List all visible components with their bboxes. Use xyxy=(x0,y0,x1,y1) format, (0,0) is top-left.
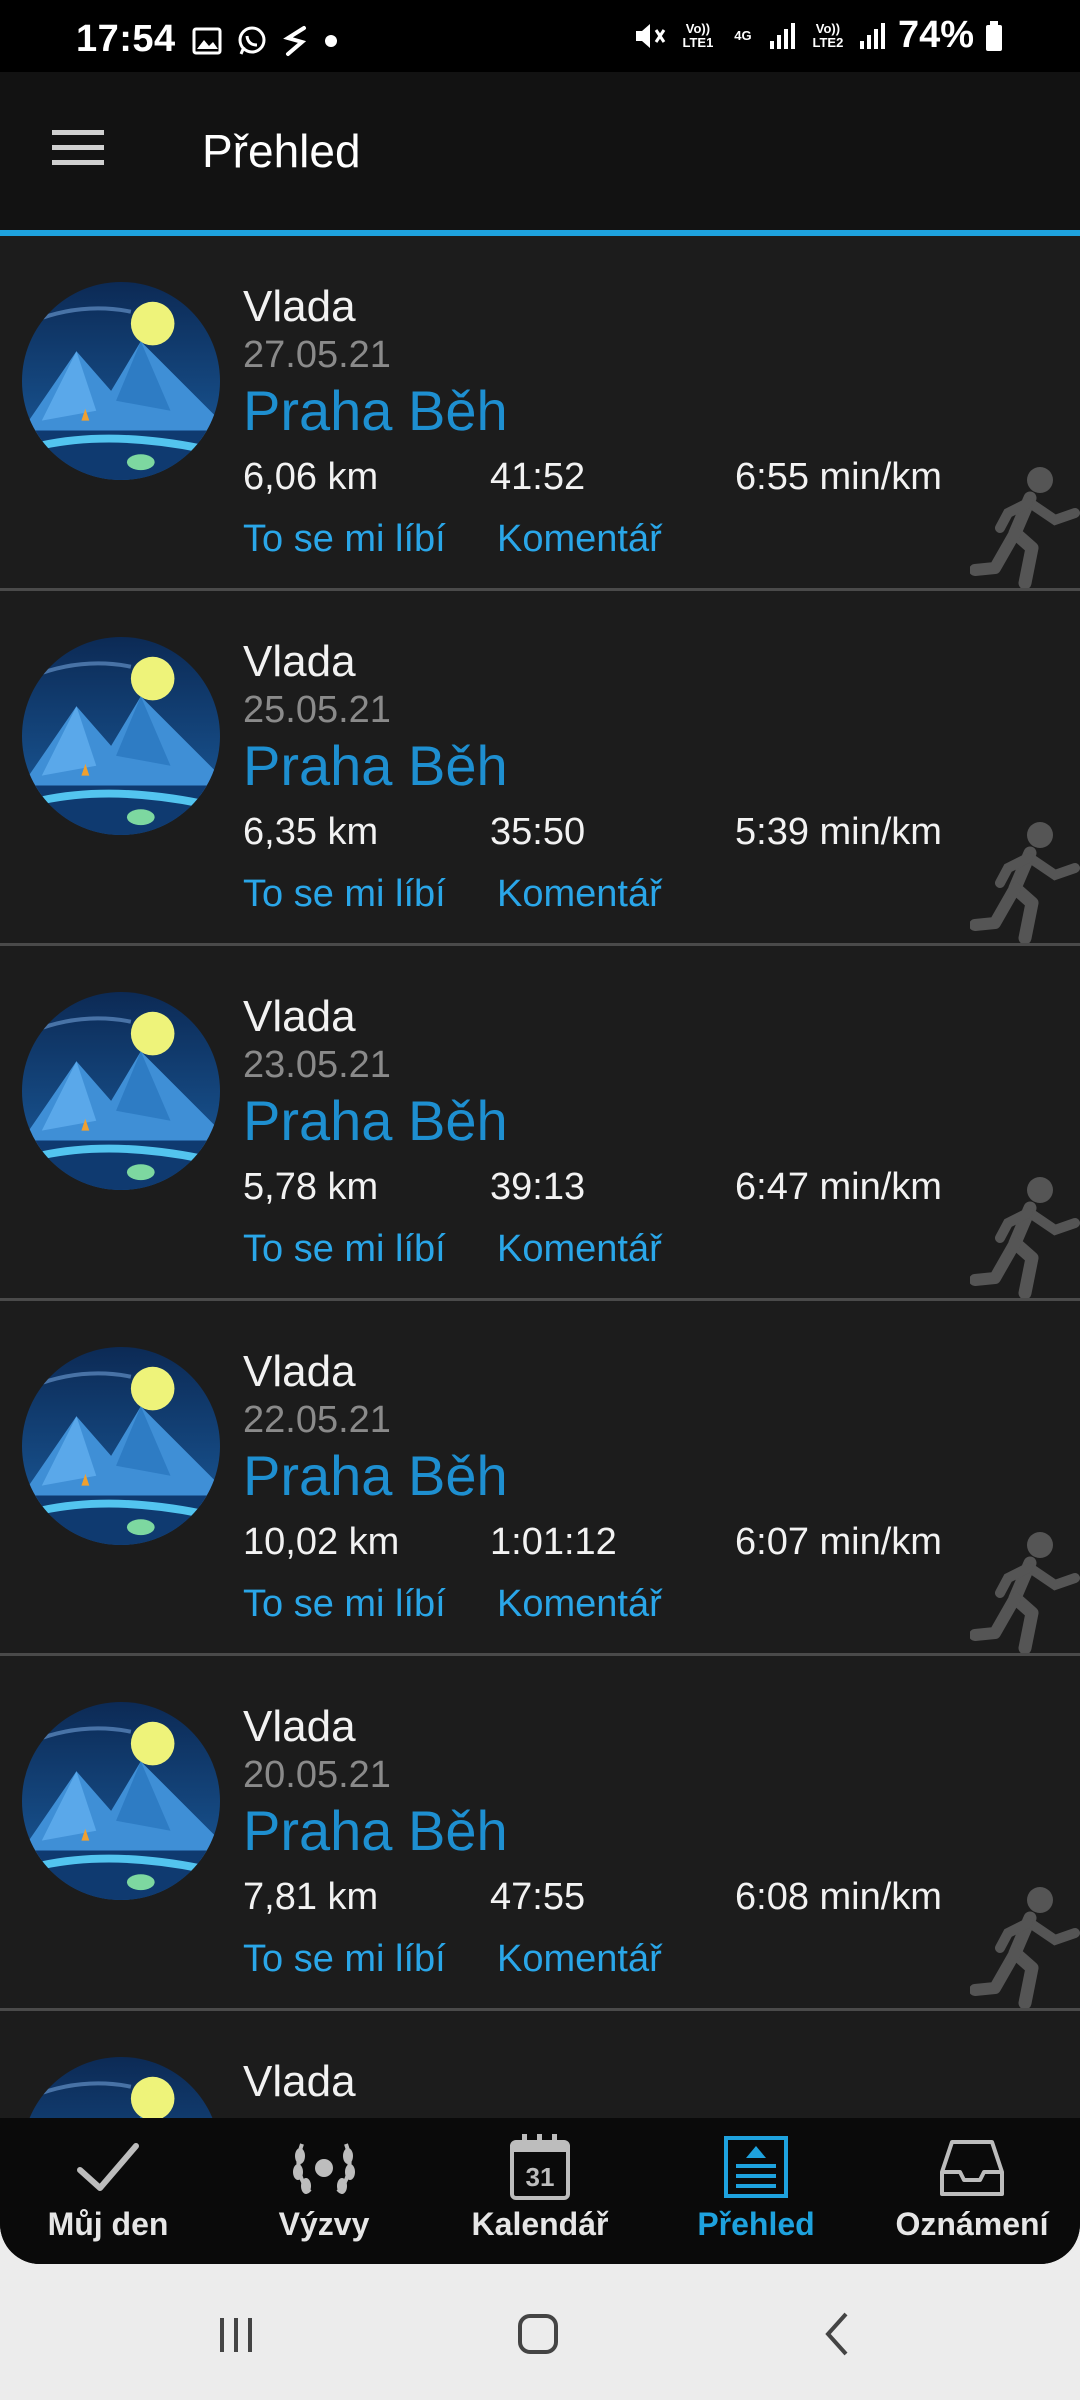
like-button[interactable]: To se mi líbí xyxy=(243,518,446,561)
running-activity-icon xyxy=(969,458,1080,590)
recent-apps-icon[interactable] xyxy=(206,2304,266,2364)
activity-date: 20.05.21 xyxy=(243,1754,391,1796)
activity-title[interactable]: Praha Běh xyxy=(243,378,508,443)
home-icon[interactable] xyxy=(508,2304,568,2364)
like-button[interactable]: To se mi líbí xyxy=(243,1938,446,1981)
activity-card[interactable]: Vlada xyxy=(0,2011,1080,2118)
user-avatar[interactable] xyxy=(22,992,220,1190)
nav-label: Oznámení xyxy=(895,2206,1049,2242)
activity-title[interactable]: Praha Běh xyxy=(243,1088,508,1153)
checkmark-icon xyxy=(70,2132,146,2202)
newsfeed-icon xyxy=(718,2132,794,2202)
nav-item-5[interactable]: Oznámení xyxy=(864,2118,1080,2264)
activity-card[interactable]: Vlada 25.05.21 Praha Běh 6,35 km 35:50 5:39 m… xyxy=(0,591,1080,946)
laurel-wreath-icon xyxy=(286,2132,362,2202)
activity-distance: 6,35 km xyxy=(243,811,379,853)
nav-label: Můj den xyxy=(47,2206,169,2242)
activity-distance: 5,78 km xyxy=(243,1166,379,1208)
nav-item-3[interactable]: 31 Kalendář xyxy=(432,2118,648,2264)
activity-duration: 47:55 xyxy=(490,1876,586,1918)
battery-percent: 74% xyxy=(897,14,974,56)
comment-button[interactable]: Komentář xyxy=(497,1228,662,1271)
activity-feed[interactable]: Vlada 27.05.21 Praha Běh 6,06 km 41:52 6:55 m… xyxy=(0,236,1080,2118)
comment-button[interactable]: Komentář xyxy=(497,518,662,561)
activity-pace: 6:07 min/km xyxy=(735,1521,942,1563)
activity-card[interactable]: Vlada 23.05.21 Praha Běh 5,78 km 39:13 6:47 m… xyxy=(0,946,1080,1301)
user-name[interactable]: Vlada xyxy=(243,1702,356,1752)
user-avatar[interactable] xyxy=(22,637,220,835)
nav-item-1[interactable]: Můj den xyxy=(0,2118,216,2264)
activity-card[interactable]: Vlada 22.05.21 Praha Běh 10,02 km 1:01:12 6:0… xyxy=(0,1301,1080,1656)
user-name[interactable]: Vlada xyxy=(243,2057,356,2107)
nav-label: Přehled xyxy=(697,2206,815,2242)
app-window: 17:54 Vo)) LTE1 4G Vo)) LTE2 74% Přehled… xyxy=(0,0,1080,2264)
running-activity-icon xyxy=(969,1878,1080,2010)
battery-icon xyxy=(986,20,1002,51)
user-avatar[interactable] xyxy=(22,282,220,480)
user-avatar[interactable] xyxy=(22,1347,220,1545)
activity-card[interactable]: Vlada 20.05.21 Praha Běh 7,81 km 47:55 6:08 m… xyxy=(0,1656,1080,2011)
status-time: 17:54 xyxy=(76,18,176,60)
user-name[interactable]: Vlada xyxy=(243,1347,356,1397)
nav-item-2[interactable]: Výzvy xyxy=(216,2118,432,2264)
inbox-icon xyxy=(934,2132,1010,2202)
nav-label: Kalendář xyxy=(471,2206,609,2242)
comment-button[interactable]: Komentář xyxy=(497,873,662,916)
status-bar: 17:54 Vo)) LTE1 4G Vo)) LTE2 74% xyxy=(0,0,1080,72)
gallery-notification-icon xyxy=(192,27,222,55)
bottom-navigation: Můj den Výzvy 31 Kalendář Přehled Oznámení xyxy=(0,2118,1080,2264)
activity-distance: 10,02 km xyxy=(243,1521,400,1563)
sim1-label: Vo)) LTE1 xyxy=(682,20,714,50)
activity-distance: 7,81 km xyxy=(243,1876,379,1918)
more-notifications-dot-icon xyxy=(325,35,337,47)
like-button[interactable]: To se mi líbí xyxy=(243,1228,446,1271)
user-name[interactable]: Vlada xyxy=(243,637,356,687)
mute-icon xyxy=(635,23,666,48)
like-button[interactable]: To se mi líbí xyxy=(243,873,446,916)
activity-duration: 1:01:12 xyxy=(490,1521,617,1563)
user-avatar[interactable] xyxy=(22,1702,220,1900)
activity-date: 23.05.21 xyxy=(243,1044,391,1086)
activity-pace: 6:08 min/km xyxy=(735,1876,942,1918)
activity-duration: 39:13 xyxy=(490,1166,586,1208)
comment-button[interactable]: Komentář xyxy=(497,1938,662,1981)
activity-title[interactable]: Praha Běh xyxy=(243,733,508,798)
activity-title[interactable]: Praha Běh xyxy=(243,1798,508,1863)
activity-pace: 6:55 min/km xyxy=(735,456,942,498)
user-avatar[interactable] xyxy=(22,2057,220,2118)
s-app-notification-icon xyxy=(283,26,307,56)
calendar-day-number: 31 xyxy=(526,2162,555,2192)
app-bar: Přehled xyxy=(0,72,1080,230)
activity-duration: 41:52 xyxy=(490,456,586,498)
activity-duration: 35:50 xyxy=(490,811,586,853)
activity-title[interactable]: Praha Běh xyxy=(243,1443,508,1508)
back-icon[interactable] xyxy=(808,2304,868,2364)
running-activity-icon xyxy=(969,813,1080,945)
running-activity-icon xyxy=(969,1168,1080,1300)
calendar-icon: 31 xyxy=(502,2132,578,2202)
nav-label: Výzvy xyxy=(278,2206,370,2242)
running-activity-icon xyxy=(969,1523,1080,1655)
activity-date: 27.05.21 xyxy=(243,334,391,376)
activity-card[interactable]: Vlada 27.05.21 Praha Běh 6,06 km 41:52 6:55 m… xyxy=(0,236,1080,591)
whatsapp-notification-icon xyxy=(238,26,266,55)
like-button[interactable]: To se mi líbí xyxy=(243,1583,446,1626)
user-name[interactable]: Vlada xyxy=(243,282,356,332)
activity-date: 22.05.21 xyxy=(243,1399,391,1441)
sim2-label: Vo)) LTE2 xyxy=(812,20,844,50)
activity-distance: 6,06 km xyxy=(243,456,379,498)
page-title: Přehled xyxy=(202,125,361,177)
hamburger-menu-icon[interactable] xyxy=(50,124,106,172)
comment-button[interactable]: Komentář xyxy=(497,1583,662,1626)
system-navigation-bar xyxy=(0,2264,1080,2400)
user-name[interactable]: Vlada xyxy=(243,992,356,1042)
signal-icon xyxy=(859,22,885,49)
activity-date: 25.05.21 xyxy=(243,689,391,731)
signal-icon xyxy=(769,22,795,49)
network-type: 4G xyxy=(734,27,752,43)
activity-pace: 6:47 min/km xyxy=(735,1166,942,1208)
nav-item-4[interactable]: Přehled xyxy=(648,2118,864,2264)
activity-pace: 5:39 min/km xyxy=(735,811,942,853)
